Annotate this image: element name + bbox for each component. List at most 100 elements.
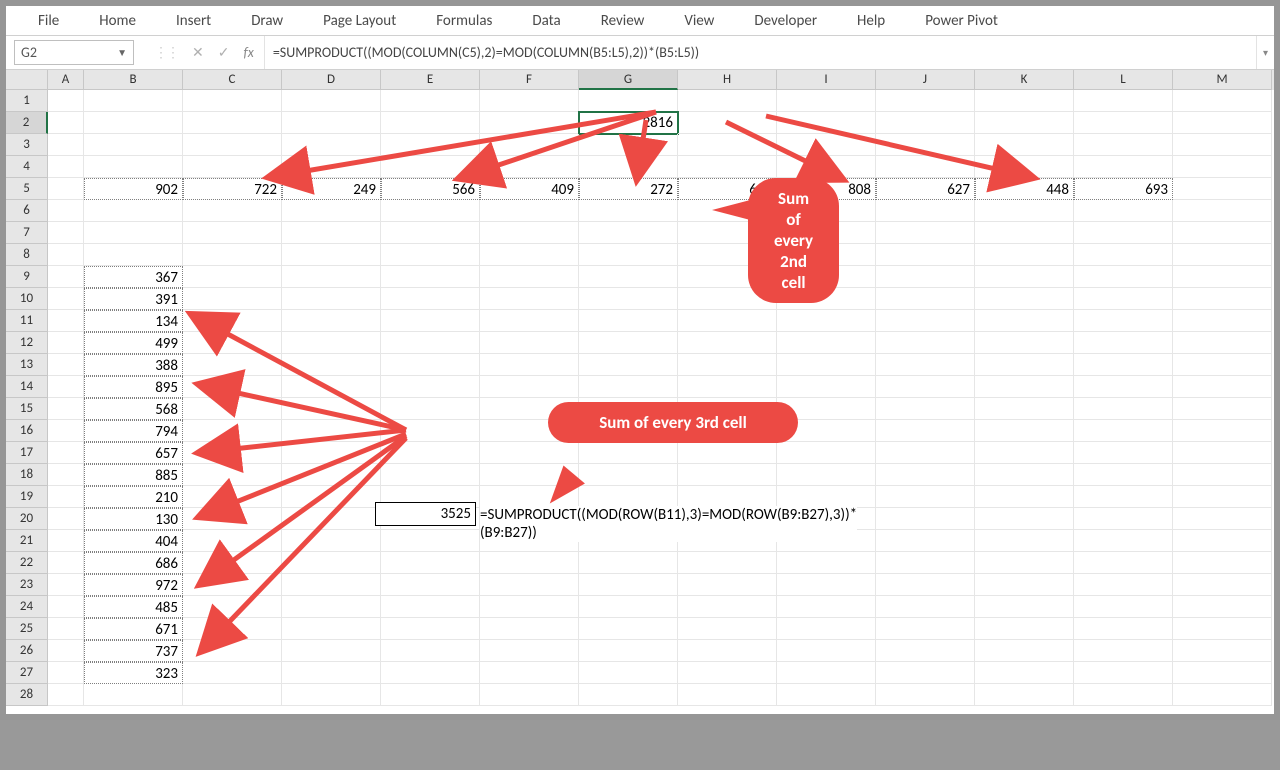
cell-C18[interactable] bbox=[183, 464, 282, 486]
cell-C17[interactable] bbox=[183, 442, 282, 464]
cell-F14[interactable] bbox=[480, 376, 579, 398]
row-header-21[interactable]: 21 bbox=[6, 530, 48, 552]
cell-A27[interactable] bbox=[48, 662, 84, 684]
cell-D20[interactable] bbox=[282, 508, 381, 530]
cell-G17[interactable] bbox=[579, 442, 678, 464]
row-header-20[interactable]: 20 bbox=[6, 508, 48, 530]
cell-A25[interactable] bbox=[48, 618, 84, 640]
cell-M5[interactable] bbox=[1173, 178, 1272, 200]
cell-A13[interactable] bbox=[48, 354, 84, 376]
cell-K21[interactable] bbox=[975, 530, 1074, 552]
cell-E15[interactable] bbox=[381, 398, 480, 420]
cell-F9[interactable] bbox=[480, 266, 579, 288]
row-header-24[interactable]: 24 bbox=[6, 596, 48, 618]
cell-F20[interactable] bbox=[480, 508, 579, 530]
cell-M6[interactable] bbox=[1173, 200, 1272, 222]
formula-expand-icon[interactable]: ▾ bbox=[1256, 36, 1274, 69]
cell-B22[interactable]: 686 bbox=[84, 552, 183, 574]
cell-E6[interactable] bbox=[381, 200, 480, 222]
cell-J28[interactable] bbox=[876, 684, 975, 706]
cell-B15[interactable]: 568 bbox=[84, 398, 183, 420]
cell-J12[interactable] bbox=[876, 332, 975, 354]
cell-F28[interactable] bbox=[480, 684, 579, 706]
cell-E21[interactable] bbox=[381, 530, 480, 552]
cell-C26[interactable] bbox=[183, 640, 282, 662]
cell-C14[interactable] bbox=[183, 376, 282, 398]
row-header-19[interactable]: 19 bbox=[6, 486, 48, 508]
cell-E19[interactable] bbox=[381, 486, 480, 508]
cell-L11[interactable] bbox=[1074, 310, 1173, 332]
cell-E24[interactable] bbox=[381, 596, 480, 618]
cell-D4[interactable] bbox=[282, 156, 381, 178]
cell-M17[interactable] bbox=[1173, 442, 1272, 464]
cell-D21[interactable] bbox=[282, 530, 381, 552]
cell-M2[interactable] bbox=[1173, 112, 1272, 134]
row-header-16[interactable]: 16 bbox=[6, 420, 48, 442]
cell-C8[interactable] bbox=[183, 244, 282, 266]
cell-F11[interactable] bbox=[480, 310, 579, 332]
cell-E11[interactable] bbox=[381, 310, 480, 332]
cell-H21[interactable] bbox=[678, 530, 777, 552]
cell-H11[interactable] bbox=[678, 310, 777, 332]
cell-G9[interactable] bbox=[579, 266, 678, 288]
cell-C3[interactable] bbox=[183, 134, 282, 156]
cell-G19[interactable] bbox=[579, 486, 678, 508]
row-header-1[interactable]: 1 bbox=[6, 90, 48, 112]
cell-H16[interactable] bbox=[678, 420, 777, 442]
cell-B10[interactable]: 391 bbox=[84, 288, 183, 310]
cell-D7[interactable] bbox=[282, 222, 381, 244]
cell-E14[interactable] bbox=[381, 376, 480, 398]
cell-B4[interactable] bbox=[84, 156, 183, 178]
cell-L15[interactable] bbox=[1074, 398, 1173, 420]
cell-F19[interactable] bbox=[480, 486, 579, 508]
cell-K15[interactable] bbox=[975, 398, 1074, 420]
cell-K11[interactable] bbox=[975, 310, 1074, 332]
cell-D25[interactable] bbox=[282, 618, 381, 640]
cell-K6[interactable] bbox=[975, 200, 1074, 222]
cell-L21[interactable] bbox=[1074, 530, 1173, 552]
cell-I20[interactable] bbox=[777, 508, 876, 530]
cell-K25[interactable] bbox=[975, 618, 1074, 640]
cell-H5[interactable]: 627 bbox=[678, 178, 777, 200]
cell-E27[interactable] bbox=[381, 662, 480, 684]
cell-D16[interactable] bbox=[282, 420, 381, 442]
cell-K26[interactable] bbox=[975, 640, 1074, 662]
cell-K3[interactable] bbox=[975, 134, 1074, 156]
cell-L26[interactable] bbox=[1074, 640, 1173, 662]
cell-L18[interactable] bbox=[1074, 464, 1173, 486]
cell-M11[interactable] bbox=[1173, 310, 1272, 332]
cell-I25[interactable] bbox=[777, 618, 876, 640]
cell-C1[interactable] bbox=[183, 90, 282, 112]
col-header-G[interactable]: G bbox=[579, 70, 678, 90]
row-header-12[interactable]: 12 bbox=[6, 332, 48, 354]
cell-C28[interactable] bbox=[183, 684, 282, 706]
cell-E26[interactable] bbox=[381, 640, 480, 662]
cell-D10[interactable] bbox=[282, 288, 381, 310]
cell-L28[interactable] bbox=[1074, 684, 1173, 706]
cell-I6[interactable] bbox=[777, 200, 876, 222]
cell-F7[interactable] bbox=[480, 222, 579, 244]
cell-I16[interactable] bbox=[777, 420, 876, 442]
cell-I7[interactable] bbox=[777, 222, 876, 244]
cell-H15[interactable] bbox=[678, 398, 777, 420]
cell-H22[interactable] bbox=[678, 552, 777, 574]
cell-K13[interactable] bbox=[975, 354, 1074, 376]
cell-I27[interactable] bbox=[777, 662, 876, 684]
cell-C16[interactable] bbox=[183, 420, 282, 442]
cell-J22[interactable] bbox=[876, 552, 975, 574]
cell-F24[interactable] bbox=[480, 596, 579, 618]
cell-H20[interactable] bbox=[678, 508, 777, 530]
cell-A21[interactable] bbox=[48, 530, 84, 552]
cell-D8[interactable] bbox=[282, 244, 381, 266]
cell-M28[interactable] bbox=[1173, 684, 1272, 706]
cell-E17[interactable] bbox=[381, 442, 480, 464]
cell-G10[interactable] bbox=[579, 288, 678, 310]
cell-I9[interactable] bbox=[777, 266, 876, 288]
cell-L2[interactable] bbox=[1074, 112, 1173, 134]
col-header-E[interactable]: E bbox=[381, 70, 480, 90]
cell-E18[interactable] bbox=[381, 464, 480, 486]
cell-J20[interactable] bbox=[876, 508, 975, 530]
cell-J19[interactable] bbox=[876, 486, 975, 508]
cell-M16[interactable] bbox=[1173, 420, 1272, 442]
tab-review[interactable]: Review bbox=[581, 12, 665, 30]
